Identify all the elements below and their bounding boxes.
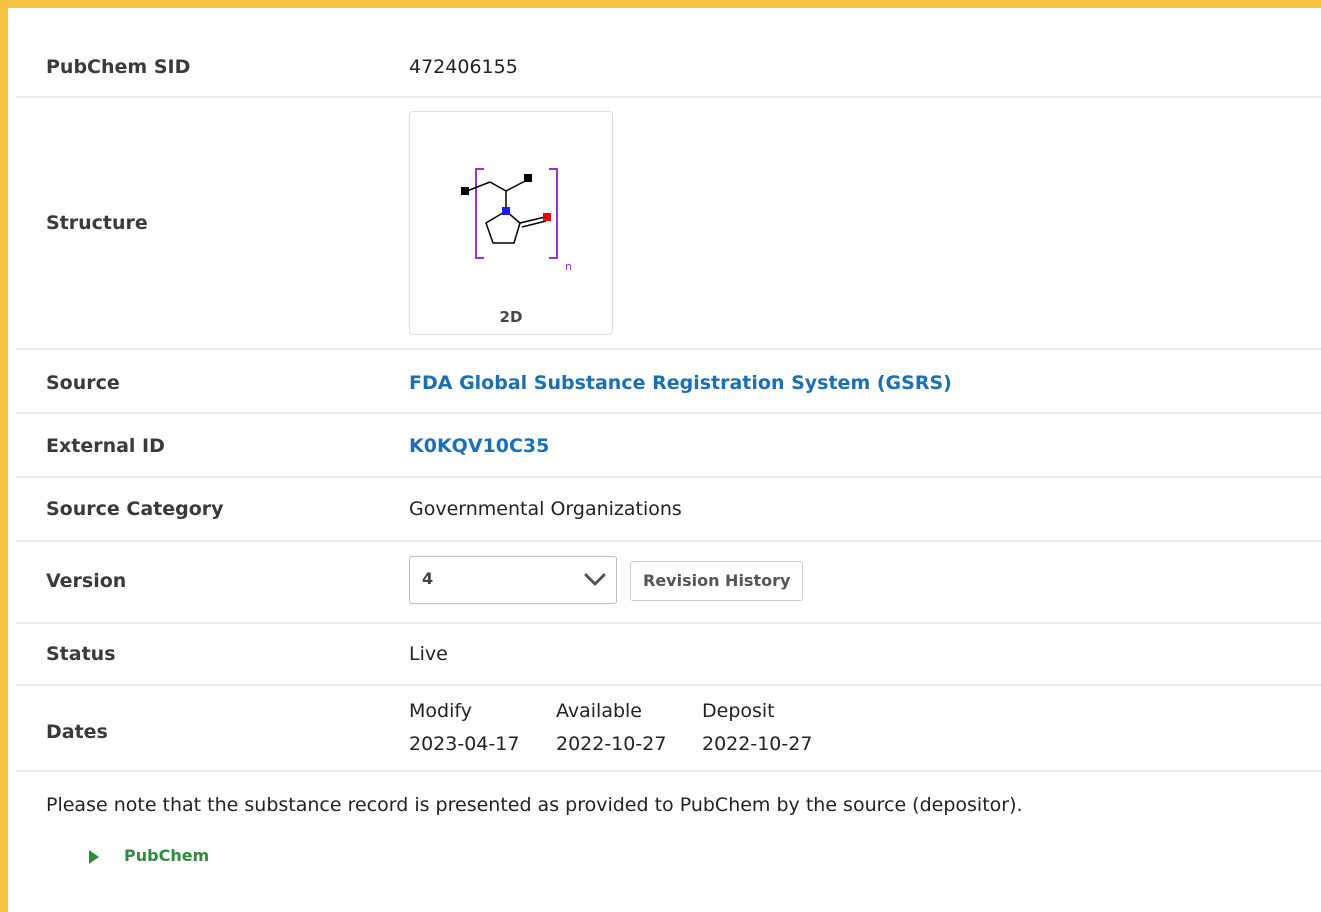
version-selected-value: 4 xyxy=(422,569,434,588)
row-source: Source FDA Global Substance Registration… xyxy=(16,350,1321,414)
caret-right-icon xyxy=(89,850,99,864)
row-version: Version 4 Revision History xyxy=(16,542,1321,624)
row-dates: Dates Modify 2023-04-17 Available 2022-1… xyxy=(16,686,1321,772)
source-label: Source xyxy=(46,372,120,394)
structure-label: Structure xyxy=(46,212,148,234)
status-value: Live xyxy=(409,643,448,665)
row-status: Status Live xyxy=(16,624,1321,686)
version-label: Version xyxy=(46,570,127,592)
row-source-category: Source Category Governmental Organizatio… xyxy=(16,478,1321,542)
molecule-structure-drawing: n xyxy=(461,168,572,273)
sid-label: PubChem SID xyxy=(46,56,191,78)
source-category-label: Source Category xyxy=(46,498,224,520)
version-select[interactable]: 4 xyxy=(409,556,617,604)
depositor-note: Please note that the substance record is… xyxy=(46,794,1023,816)
date-label: Modify xyxy=(409,700,472,722)
date-value: 2022-10-27 xyxy=(702,733,813,755)
substance-panel: PubChem SID 472406155 Structure n 2D Sou… xyxy=(0,0,1321,912)
source-link[interactable]: FDA Global Substance Registration System… xyxy=(409,372,952,394)
sid-value: 472406155 xyxy=(409,56,518,78)
row-external-id: External ID K0KQV10C35 xyxy=(16,414,1321,478)
bracket-subscript: n xyxy=(565,260,572,273)
row-structure: Structure n 2D xyxy=(16,98,1321,350)
record-table: PubChem SID 472406155 Structure n 2D Sou… xyxy=(16,8,1321,772)
date-value: 2022-10-27 xyxy=(556,733,667,755)
date-value: 2023-04-17 xyxy=(409,733,520,755)
external-id-link[interactable]: K0KQV10C35 xyxy=(409,435,549,457)
chevron-down-icon xyxy=(584,573,606,586)
row-pubchem-sid: PubChem SID 472406155 xyxy=(16,8,1321,98)
status-label: Status xyxy=(46,643,116,665)
structure-caption: 2D xyxy=(499,308,523,326)
date-label: Deposit xyxy=(702,700,775,722)
date-label: Available xyxy=(556,700,643,722)
external-id-label: External ID xyxy=(46,435,165,457)
pubchem-toggle-label: PubChem xyxy=(124,846,210,865)
source-category-value: Governmental Organizations xyxy=(409,498,682,520)
structure-2d-thumbnail[interactable]: n 2D xyxy=(409,111,613,335)
dates-label: Dates xyxy=(46,721,108,743)
revision-history-button[interactable]: Revision History xyxy=(630,561,804,601)
